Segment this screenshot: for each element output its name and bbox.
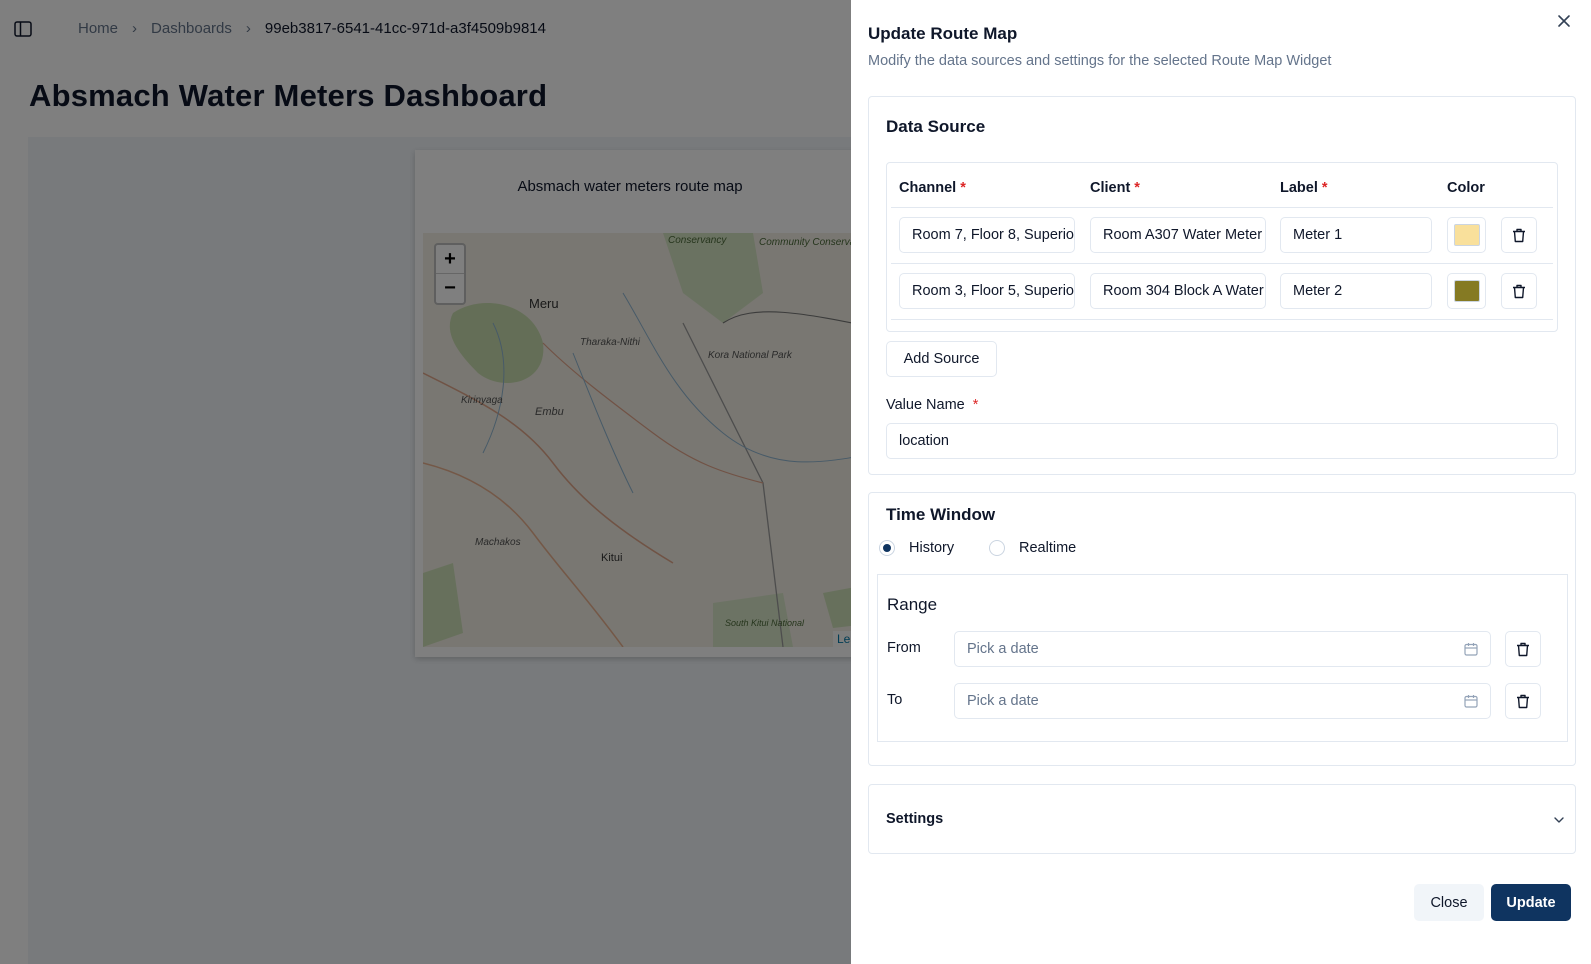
channel-select[interactable]: Room 3, Floor 5, Superior xyxy=(899,273,1075,309)
channel-select[interactable]: Room 7, Floor 8, Superior xyxy=(899,217,1075,253)
time-window-title: Time Window xyxy=(886,505,996,524)
to-date-picker[interactable]: Pick a date xyxy=(954,683,1491,719)
column-header-client: Client * xyxy=(1090,180,1140,196)
row-divider xyxy=(891,319,1553,320)
client-select[interactable]: Room 304 Block A Water xyxy=(1090,273,1266,309)
update-route-map-sheet: Update Route Map Modify the data sources… xyxy=(851,0,1591,964)
dialog-description: Modify the data sources and settings for… xyxy=(868,53,1332,69)
to-label: To xyxy=(887,692,903,708)
to-date-placeholder: Pick a date xyxy=(967,693,1039,709)
label-input[interactable]: Meter 1 xyxy=(1280,217,1432,253)
value-name-label: Value Name * xyxy=(886,397,979,413)
delete-source-button[interactable] xyxy=(1501,217,1537,253)
chevron-down-icon xyxy=(1554,817,1564,823)
client-select[interactable]: Room A307 Water Meter xyxy=(1090,217,1266,253)
settings-title: Settings xyxy=(886,811,944,827)
value-name-input[interactable]: location xyxy=(886,423,1558,459)
column-header-channel: Channel * xyxy=(899,180,966,196)
clear-from-date-button[interactable] xyxy=(1505,631,1541,667)
update-button[interactable]: Update xyxy=(1491,884,1571,921)
label-input[interactable]: Meter 2 xyxy=(1280,273,1432,309)
range-title: Range xyxy=(887,595,938,614)
close-button[interactable]: Close xyxy=(1414,884,1484,921)
calendar-icon xyxy=(1464,695,1478,708)
close-icon[interactable] xyxy=(1557,14,1571,28)
row-divider xyxy=(891,207,1553,208)
color-picker[interactable] xyxy=(1447,273,1486,309)
color-swatch xyxy=(1453,280,1480,302)
delete-source-button[interactable] xyxy=(1501,273,1537,309)
data-source-title: Data Source xyxy=(886,117,986,136)
add-source-button[interactable]: Add Source xyxy=(886,341,997,377)
trash-icon xyxy=(1513,284,1525,298)
time-window-card: Time Window History Realtime Range From … xyxy=(868,492,1576,766)
color-swatch xyxy=(1453,224,1480,246)
data-source-card: Data Source Channel * Client * Label * Colo… xyxy=(868,96,1576,475)
from-label: From xyxy=(887,640,921,656)
history-radio-label[interactable]: History xyxy=(909,540,954,556)
range-section: Range From Pick a date To Pick a date xyxy=(877,574,1568,742)
trash-icon xyxy=(1517,694,1529,708)
from-date-picker[interactable]: Pick a date xyxy=(954,631,1491,667)
realtime-radio[interactable] xyxy=(989,540,1005,556)
calendar-icon xyxy=(1464,643,1478,656)
data-source-table: Channel * Client * Label * Color Room 7, Fl… xyxy=(886,162,1558,332)
history-radio[interactable] xyxy=(879,540,895,556)
dialog-title: Update Route Map xyxy=(868,24,1018,43)
clear-to-date-button[interactable] xyxy=(1505,683,1541,719)
trash-icon xyxy=(1517,642,1529,656)
settings-accordion[interactable]: Settings xyxy=(868,784,1576,854)
trash-icon xyxy=(1513,228,1525,242)
row-divider xyxy=(891,263,1553,264)
column-header-color: Color xyxy=(1447,180,1485,196)
realtime-radio-label[interactable]: Realtime xyxy=(1019,540,1076,556)
from-date-placeholder: Pick a date xyxy=(967,641,1039,657)
column-header-label: Label * xyxy=(1280,180,1328,196)
color-picker[interactable] xyxy=(1447,217,1486,253)
